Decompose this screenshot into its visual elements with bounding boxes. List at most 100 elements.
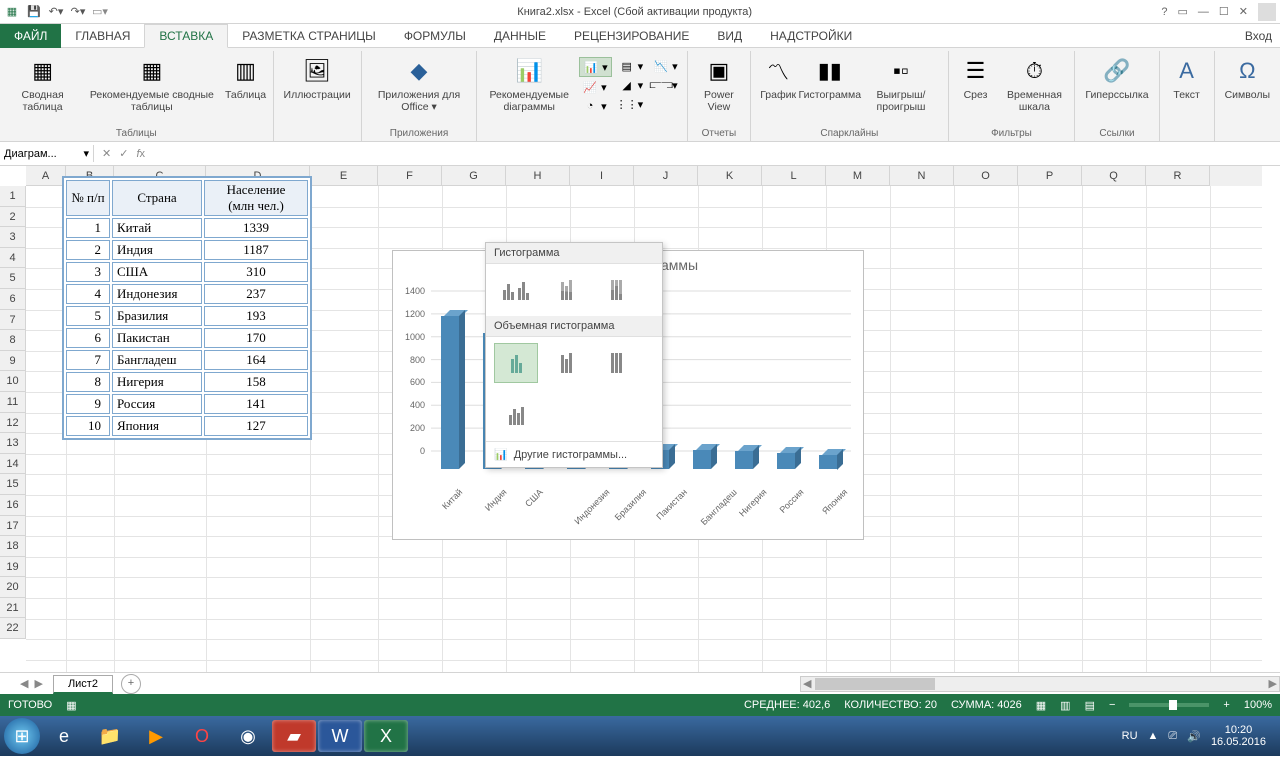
hdr-pop[interactable]: Население (млн чел.) [204, 180, 308, 216]
cell-pop[interactable]: 310 [204, 262, 308, 282]
data-table[interactable]: № п/пСтранаНаселение (млн чел.) 1Китай13… [62, 176, 312, 440]
tab-data[interactable]: ДАННЫЕ [480, 25, 560, 47]
row-header[interactable]: 16 [0, 495, 26, 516]
cell-pop[interactable]: 237 [204, 284, 308, 304]
col-header[interactable]: L [762, 166, 826, 186]
minimize-icon[interactable]: — [1198, 6, 1209, 18]
col-header[interactable]: G [442, 166, 506, 186]
cell-pop[interactable]: 127 [204, 416, 308, 436]
row-header[interactable]: 7 [0, 310, 26, 331]
row-header[interactable]: 17 [0, 516, 26, 537]
cancel-icon[interactable]: ✕ [102, 147, 111, 160]
tray-lang[interactable]: RU [1122, 730, 1138, 742]
taskbar-pdf[interactable]: ▰ [272, 720, 316, 752]
taskbar-explorer[interactable]: 📁 [88, 720, 132, 752]
cell-num[interactable]: 8 [66, 372, 110, 392]
cell-country[interactable]: Япония [112, 416, 202, 436]
row-header[interactable]: 1 [0, 186, 26, 207]
row-header[interactable]: 2 [0, 207, 26, 228]
row-header[interactable]: 20 [0, 577, 26, 598]
stock-chart-button[interactable]: 📉▾ [650, 57, 681, 75]
recommended-pivot-button[interactable]: ▦Рекомендуемые сводные таблицы [83, 53, 220, 115]
sheet-nav-prev-icon[interactable]: ◀ [20, 677, 28, 690]
start-button[interactable]: ⊞ [4, 718, 40, 754]
view-pagebreak-icon[interactable]: ▤ [1085, 699, 1095, 712]
dd-more-histograms[interactable]: 📊Другие гистограммы... [486, 441, 662, 467]
office-apps-button[interactable]: ◆Приложения для Office ▾ [368, 53, 471, 115]
cell-num[interactable]: 3 [66, 262, 110, 282]
dd-stacked-column[interactable] [544, 270, 588, 310]
tab-file[interactable]: ФАЙЛ [0, 24, 61, 48]
sheet-tab[interactable]: Лист2 [53, 675, 113, 694]
pivot-table-button[interactable]: ▦Сводная таблица [6, 53, 79, 115]
cell-country[interactable]: Индонезия [112, 284, 202, 304]
illustrations-button[interactable]: 🖼Иллюстрации [280, 53, 355, 103]
cell-country[interactable]: США [112, 262, 202, 282]
cell-num[interactable]: 9 [66, 394, 110, 414]
scatter-chart-button[interactable]: ⋮⋮▾ [616, 95, 647, 113]
sparkline-column-button[interactable]: ▮▮Гистограмма [803, 53, 856, 103]
cell-pop[interactable]: 158 [204, 372, 308, 392]
line-chart-button[interactable]: 📈▾ [579, 78, 612, 96]
taskbar-opera[interactable]: O [180, 720, 224, 752]
close-icon[interactable]: ✕ [1239, 5, 1248, 18]
view-normal-icon[interactable]: ▦ [1036, 699, 1046, 712]
dd-clustered-column[interactable] [494, 270, 538, 310]
tab-home[interactable]: ГЛАВНАЯ [61, 25, 144, 47]
tray-flag-icon[interactable]: ▲ [1148, 730, 1159, 742]
ribbon-options-icon[interactable]: ▭ [1178, 5, 1188, 18]
zoom-out-icon[interactable]: − [1109, 699, 1115, 711]
sign-in-link[interactable]: Вход [1245, 29, 1272, 43]
taskbar-media[interactable]: ▶ [134, 720, 178, 752]
cell-num[interactable]: 10 [66, 416, 110, 436]
sparkline-line-button[interactable]: 〽График [757, 53, 799, 103]
row-header[interactable]: 12 [0, 413, 26, 434]
col-header[interactable]: H [506, 166, 570, 186]
cell-pop[interactable]: 164 [204, 350, 308, 370]
cell-num[interactable]: 1 [66, 218, 110, 238]
row-header[interactable]: 6 [0, 289, 26, 310]
row-header[interactable]: 18 [0, 536, 26, 557]
taskbar-excel[interactable]: X [364, 720, 408, 752]
col-header[interactable]: F [378, 166, 442, 186]
column-chart-button[interactable]: 📊▾ [579, 57, 612, 77]
tab-formulas[interactable]: ФОРМУЛЫ [390, 25, 480, 47]
cell-num[interactable]: 2 [66, 240, 110, 260]
area-chart-button[interactable]: ◢▾ [616, 76, 647, 94]
row-header[interactable]: 5 [0, 268, 26, 289]
dd-100stacked-column[interactable] [594, 270, 638, 310]
hyperlink-button[interactable]: 🔗Гиперссылка [1081, 53, 1152, 103]
tab-layout[interactable]: РАЗМЕТКА СТРАНИЦЫ [228, 25, 390, 47]
taskbar-ie[interactable]: e [42, 720, 86, 752]
row-header[interactable]: 14 [0, 454, 26, 475]
taskbar-word[interactable]: W [318, 720, 362, 752]
row-header[interactable]: 11 [0, 392, 26, 413]
cell-country[interactable]: Китай [112, 218, 202, 238]
cell-pop[interactable]: 193 [204, 306, 308, 326]
chevron-down-icon[interactable]: ▾ [83, 147, 89, 160]
timeline-button[interactable]: ⏱Временная шкала [1001, 53, 1069, 115]
tray-clock[interactable]: 10:2016.05.2016 [1211, 724, 1266, 748]
col-header[interactable]: K [698, 166, 762, 186]
col-header[interactable]: J [634, 166, 698, 186]
worksheet-grid[interactable]: ABCDEFGHIJKLMNOPQR 123456789101112131415… [0, 166, 1280, 672]
row-headers[interactable]: 12345678910111213141516171819202122 [0, 186, 26, 639]
cell-country[interactable]: Пакистан [112, 328, 202, 348]
cell-num[interactable]: 7 [66, 350, 110, 370]
cell-country[interactable]: Бангладеш [112, 350, 202, 370]
user-avatar-icon[interactable] [1258, 3, 1276, 21]
cell-pop[interactable]: 1339 [204, 218, 308, 238]
view-layout-icon[interactable]: ▥ [1060, 699, 1070, 712]
power-view-button[interactable]: ▣Power View [694, 53, 744, 115]
zoom-slider[interactable] [1129, 703, 1209, 707]
row-header[interactable]: 8 [0, 330, 26, 351]
qat-more-icon[interactable]: ▭▾ [92, 4, 108, 20]
save-icon[interactable]: 💾 [26, 4, 42, 20]
col-header[interactable]: O [954, 166, 1018, 186]
name-box[interactable]: Диаграм...▾ [0, 145, 94, 162]
bar-chart-button[interactable]: ▤▾ [616, 57, 647, 75]
cell-pop[interactable]: 1187 [204, 240, 308, 260]
col-header[interactable]: M [826, 166, 890, 186]
tab-review[interactable]: РЕЦЕНЗИРОВАНИЕ [560, 25, 703, 47]
combo-chart-button[interactable]: ⫍⫎▾ [650, 76, 681, 94]
